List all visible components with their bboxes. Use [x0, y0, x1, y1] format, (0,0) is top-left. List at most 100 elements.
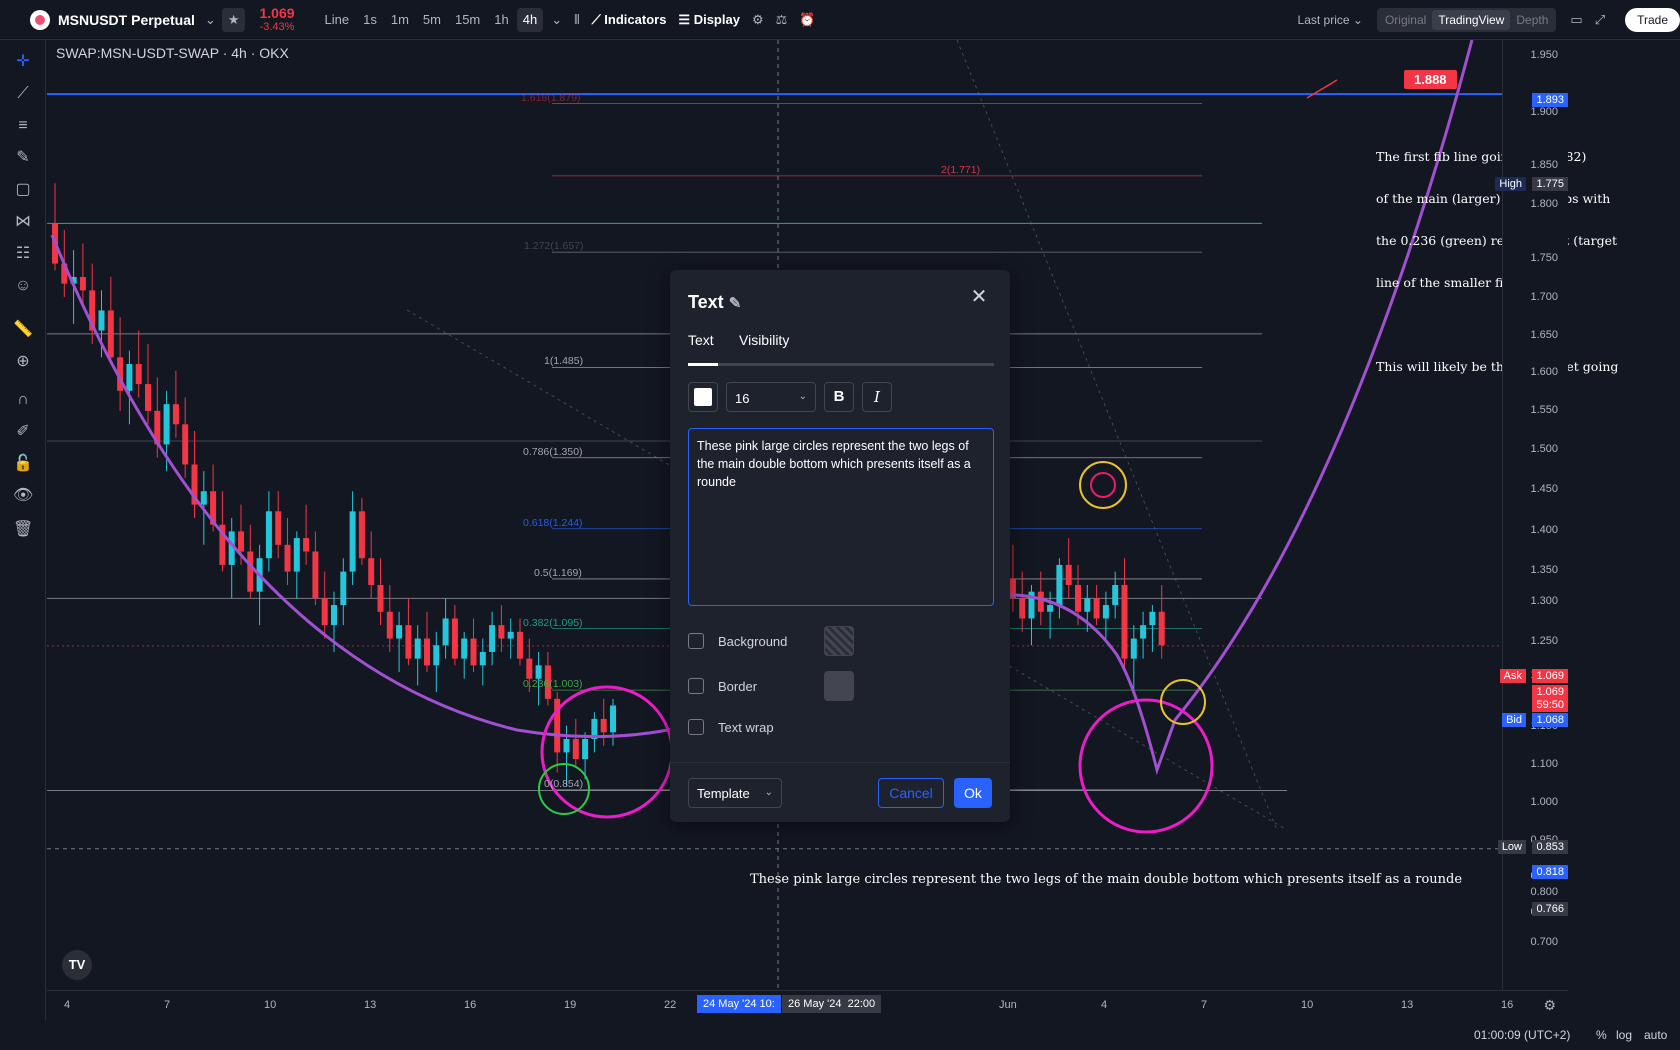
time-settings-gear-icon[interactable]: ⚙ — [1543, 997, 1556, 1014]
alert-add-icon[interactable]: ⏰ — [793, 8, 821, 32]
fib-tool-icon[interactable]: ☷ — [13, 244, 33, 264]
edit-pencil-icon[interactable]: ✎ — [729, 295, 742, 312]
time-label: 4 — [64, 999, 71, 1011]
template-select[interactable]: Template ⌄ — [688, 778, 782, 808]
log-toggle[interactable]: log — [1616, 1028, 1632, 1042]
lock-icon[interactable]: 🔓 — [13, 454, 33, 474]
percent-toggle[interactable]: % — [1596, 1028, 1607, 1042]
time-label: 13 — [1401, 999, 1414, 1011]
note-right[interactable]: The first fib line going up (0.782) of t… — [1376, 122, 1618, 388]
fib-label: 0.786(1.350) — [523, 445, 583, 458]
view-original[interactable]: Original — [1379, 10, 1432, 30]
candle-type-icon[interactable]: ⫴ — [568, 8, 585, 32]
candle-body — [331, 605, 337, 626]
text-wrap-checkbox[interactable] — [688, 719, 704, 735]
window-icon[interactable]: ▭ — [1564, 8, 1588, 32]
trash-icon[interactable]: 🗑 — [13, 520, 33, 540]
pattern-icon[interactable]: ⋈ — [13, 212, 33, 232]
candle-body — [349, 511, 356, 572]
candle-body — [489, 625, 496, 652]
background-color-swatch[interactable] — [824, 626, 854, 656]
chart-logo-icon[interactable]: TV — [62, 950, 92, 980]
time-axis[interactable]: 24 May '24 10: 26 May '24 22:00 ⚙ 4 7 10 13… — [47, 990, 1568, 1020]
candle-body — [107, 310, 114, 358]
font-size-select[interactable]: 16 ⌄ — [726, 382, 816, 412]
eye-icon[interactable]: 👁 — [13, 486, 33, 506]
border-color-swatch[interactable] — [824, 671, 854, 701]
price-mode-select[interactable]: Last price ⌄ — [1292, 9, 1369, 31]
candle-body — [1140, 625, 1147, 639]
view-depth[interactable]: Depth — [1510, 10, 1554, 30]
interval-15m[interactable]: 15m — [449, 8, 486, 32]
price-axis[interactable]: 1.950 1.900 1.850 1.800 1.750 1.700 1.650 1.600… — [1495, 40, 1568, 990]
tab-visibility[interactable]: Visibility — [739, 332, 789, 348]
settings-gear-icon[interactable]: ⚙ — [746, 8, 770, 32]
dialog-title: Text ✎ — [688, 292, 741, 313]
border-option[interactable]: Border — [688, 670, 994, 702]
trend-line-icon[interactable]: ⟋ — [13, 84, 33, 104]
brush-icon[interactable]: ✎ — [13, 148, 33, 168]
emoji-icon[interactable]: ☺ — [13, 276, 33, 296]
border-checkbox[interactable] — [688, 678, 704, 694]
auto-toggle[interactable]: auto — [1644, 1028, 1667, 1042]
text-color-square — [694, 388, 712, 406]
note-bottom[interactable]: These pink large circles represent the t… — [750, 872, 1462, 887]
countdown-tag: 59:50 — [1532, 698, 1568, 712]
italic-button[interactable]: I — [862, 382, 892, 412]
text-wrap-label: Text wrap — [718, 719, 774, 735]
view-tradingview[interactable]: TradingView — [1432, 9, 1511, 30]
background-label: Background — [718, 633, 788, 649]
text-input[interactable] — [688, 428, 994, 606]
favorite-star-icon[interactable]: ★ — [221, 7, 246, 32]
crosshair-icon[interactable]: ✛ — [13, 52, 33, 72]
interval-1h[interactable]: 1h — [488, 8, 514, 32]
background-checkbox[interactable] — [688, 633, 704, 649]
time-label: 7 — [164, 999, 171, 1011]
tab-text[interactable]: Text — [688, 332, 714, 348]
cancel-button[interactable]: Cancel — [878, 778, 944, 808]
interval-4h[interactable]: 4h — [516, 7, 544, 32]
candle-body — [1084, 598, 1091, 612]
time-crosshair-date: 26 May '24 — [788, 998, 842, 1010]
horizontal-lines-icon[interactable]: ≡ — [13, 116, 33, 136]
candle-body — [386, 611, 393, 639]
fib-label: 1.272(1.657) — [524, 240, 584, 253]
magnet-icon[interactable]: ∩ — [13, 390, 33, 410]
pencil-lock-icon[interactable]: ✐ — [13, 422, 33, 442]
candle-body — [126, 364, 133, 391]
zoom-in-icon[interactable]: ⊕ — [13, 352, 33, 372]
symbol-name[interactable]: MSNUSDT Perpetual — [58, 12, 195, 28]
compare-scale-icon[interactable]: ⚖ — [770, 8, 794, 32]
yellow-circle-right — [1160, 679, 1206, 725]
indicators-button[interactable]: ⟋ Indicators — [586, 8, 673, 32]
price-label: 1.850 — [1530, 159, 1558, 171]
ok-button[interactable]: Ok — [954, 778, 992, 808]
interval-5m[interactable]: 5m — [417, 8, 447, 32]
trade-button[interactable]: Trade — [1625, 7, 1680, 32]
display-button[interactable]: ☰ Display — [672, 8, 746, 32]
interval-1m[interactable]: 1m — [385, 8, 415, 32]
fullscreen-icon[interactable]: ⤢ — [1589, 8, 1611, 32]
callout-price[interactable]: 1.888 — [1404, 70, 1457, 89]
interval-chevron-down-icon[interactable]: ⌄ — [545, 8, 568, 32]
rounded-bottom-curve — [50, 234, 688, 739]
bottom-bar: 01:00:09 (UTC+2) % log auto — [0, 1020, 1680, 1050]
time-crosshair-hour: 22:00 — [847, 998, 876, 1010]
candle-body — [572, 738, 579, 760]
background-option[interactable]: Background — [688, 625, 994, 657]
text-wrap-option[interactable]: Text wrap — [688, 711, 774, 743]
note-right-line: of the main (larger) fib overlaps with — [1376, 191, 1611, 206]
close-icon[interactable]: ✕ — [970, 287, 988, 307]
bold-button[interactable]: B — [824, 382, 854, 412]
callout-pointer — [1306, 79, 1338, 99]
note-right-line: This will likely be the firs target goin… — [1376, 359, 1619, 374]
symbol-chevron-down-icon[interactable]: ⌄ — [199, 8, 222, 32]
text-note-icon[interactable]: ▢ — [13, 180, 33, 200]
price-label: 1.700 — [1530, 291, 1558, 303]
interval-1s[interactable]: 1s — [357, 8, 383, 32]
ruler-icon[interactable]: 📏 — [13, 320, 33, 340]
price-box: 1.069 -3.43% — [259, 6, 294, 34]
interval-line[interactable]: Line — [319, 8, 356, 32]
low-label-tag: Low — [1497, 840, 1526, 854]
text-color-swatch[interactable] — [688, 382, 718, 412]
